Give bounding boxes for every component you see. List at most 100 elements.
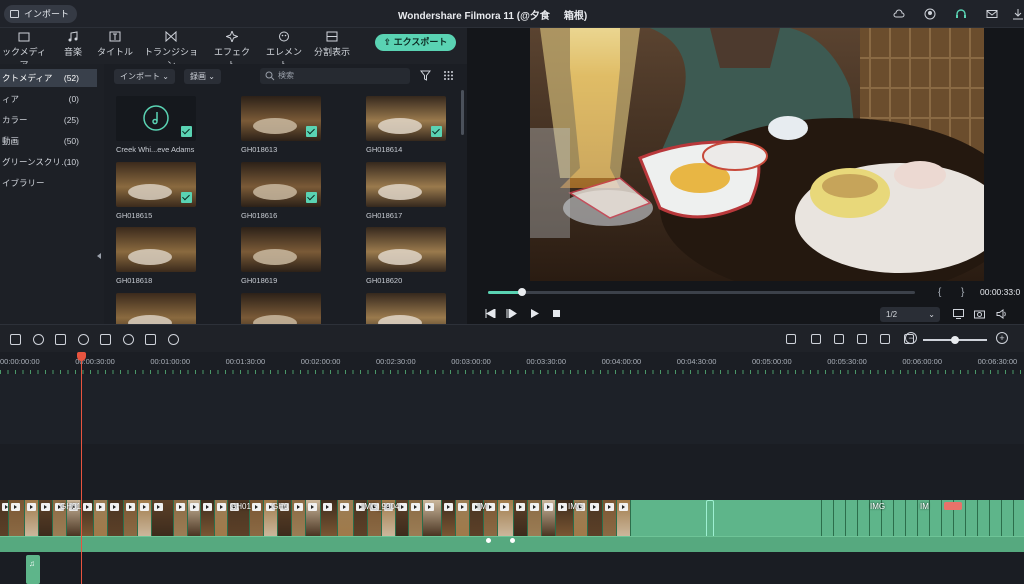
video-clip[interactable]: [306, 500, 321, 536]
video-clip[interactable]: [138, 500, 152, 536]
timeline-zoom-knob[interactable]: [951, 336, 959, 344]
video-clip[interactable]: [498, 500, 514, 536]
video-clip[interactable]: [9, 500, 25, 536]
microphone-icon[interactable]: [834, 334, 844, 344]
video-clip[interactable]: [858, 500, 870, 536]
keyframe-marker[interactable]: [486, 538, 491, 543]
video-clip[interactable]: [338, 500, 354, 536]
filter-icon[interactable]: [420, 70, 431, 81]
sidebar-item-library[interactable]: イブラリー: [0, 174, 97, 192]
video-clip[interactable]: [822, 500, 834, 536]
mark-out-button[interactable]: }: [961, 287, 964, 298]
sidebar-item-color[interactable]: カラー (25): [0, 111, 97, 129]
step-back-icon[interactable]: [485, 309, 496, 318]
video-clip[interactable]: [215, 500, 228, 536]
play-icon[interactable]: [530, 309, 539, 318]
video-clip[interactable]: [174, 500, 188, 536]
speed-icon[interactable]: [55, 334, 66, 345]
sidebar-item-video[interactable]: 動画 (50): [0, 132, 97, 150]
tab-elements[interactable]: エレメント: [262, 31, 306, 70]
fit-icon[interactable]: [122, 334, 134, 345]
marker-icon[interactable]: [100, 334, 111, 345]
headset-icon[interactable]: [955, 8, 967, 20]
playhead-handle[interactable]: [77, 352, 86, 361]
zoom-in-icon[interactable]: +: [996, 332, 1008, 344]
monitor-icon[interactable]: [953, 309, 964, 319]
video-clip[interactable]: [81, 500, 94, 536]
video-clip[interactable]: [456, 500, 470, 536]
tab-stock-media[interactable]: ックメディア: [0, 31, 50, 70]
voiceover-list-icon[interactable]: [857, 334, 867, 344]
video-clip[interactable]: [930, 500, 942, 536]
video-clip[interactable]: [528, 500, 542, 536]
video-clip[interactable]: [846, 500, 858, 536]
sidebar-item-green-screen[interactable]: グリーンスクリ… (10): [0, 153, 97, 171]
media-thumbnail[interactable]: [241, 227, 321, 272]
video-clip[interactable]: [588, 500, 603, 536]
video-clip[interactable]: [514, 500, 528, 536]
zoom-out-icon[interactable]: −: [905, 332, 917, 344]
video-clip[interactable]: [250, 500, 264, 536]
color-icon[interactable]: [77, 334, 89, 345]
mail-icon[interactable]: [986, 8, 998, 20]
import-button[interactable]: インポート: [4, 5, 78, 23]
media-thumbnail[interactable]: [116, 96, 196, 141]
marker-flag[interactable]: [944, 502, 962, 510]
video-clip[interactable]: [834, 500, 846, 536]
record-dropdown[interactable]: 録画 ⌄: [184, 69, 221, 84]
video-clip[interactable]: [810, 500, 822, 536]
mark-in-button[interactable]: {: [938, 287, 941, 298]
subtitle-icon[interactable]: [880, 334, 890, 344]
video-clip[interactable]: [25, 500, 39, 536]
video-clip[interactable]: [152, 500, 174, 536]
sidebar-item-project-media[interactable]: クトメディア (52): [0, 69, 97, 87]
media-thumbnail[interactable]: [241, 162, 321, 207]
volume-icon[interactable]: [996, 309, 1007, 319]
media-scrollbar[interactable]: [461, 90, 464, 135]
video-clip[interactable]: [292, 500, 306, 536]
timeline-zoom-slider[interactable]: [923, 336, 987, 344]
video-clip[interactable]: [906, 500, 918, 536]
playhead[interactable]: [81, 352, 82, 584]
video-clip[interactable]: [201, 500, 215, 536]
video-clip[interactable]: [321, 500, 338, 536]
video-clip[interactable]: [188, 500, 201, 536]
video-clip[interactable]: [423, 500, 442, 536]
play-slow-icon[interactable]: [506, 309, 517, 318]
track-empty-2[interactable]: [0, 446, 1024, 498]
preview-quality-select[interactable]: 1/2 ⌄: [880, 307, 940, 322]
tab-titles[interactable]: タイトル: [97, 31, 133, 61]
render-icon[interactable]: [786, 334, 796, 344]
video-clip[interactable]: [894, 500, 906, 536]
audio-adjust-icon[interactable]: [167, 334, 179, 345]
video-clip[interactable]: [978, 500, 990, 536]
search-input[interactable]: 検索: [260, 68, 410, 84]
sidebar-item-media[interactable]: ィア (0): [0, 90, 97, 108]
video-clip[interactable]: [94, 500, 108, 536]
video-clip[interactable]: [617, 500, 631, 536]
tab-music[interactable]: 音楽: [60, 31, 86, 61]
video-clip[interactable]: [39, 500, 53, 536]
keyframe-marker[interactable]: [510, 538, 515, 543]
video-clip[interactable]: [409, 500, 423, 536]
audio-clip[interactable]: ♫: [26, 555, 40, 584]
video-clip[interactable]: [108, 500, 124, 536]
media-thumbnail[interactable]: [116, 227, 196, 272]
media-thumbnail[interactable]: [366, 162, 446, 207]
media-thumbnail[interactable]: [116, 162, 196, 207]
video-clip[interactable]: [442, 500, 456, 536]
video-clip[interactable]: [1014, 500, 1024, 536]
export-button[interactable]: ⇪ エクスポート: [375, 34, 456, 51]
video-clip[interactable]: [603, 500, 617, 536]
tab-split-screen[interactable]: 分割表示: [313, 31, 351, 61]
download-icon[interactable]: [1012, 8, 1024, 20]
video-clip[interactable]: [0, 500, 9, 536]
media-thumbnail[interactable]: [366, 227, 446, 272]
cloud-icon[interactable]: [893, 8, 905, 20]
video-clip[interactable]: [990, 500, 1002, 536]
track-empty-1[interactable]: [0, 374, 1024, 444]
video-clip[interactable]: [1002, 500, 1014, 536]
keyframe-icon[interactable]: [145, 334, 156, 345]
account-icon[interactable]: [924, 8, 936, 20]
import-dropdown[interactable]: インポート ⌄: [114, 69, 175, 84]
